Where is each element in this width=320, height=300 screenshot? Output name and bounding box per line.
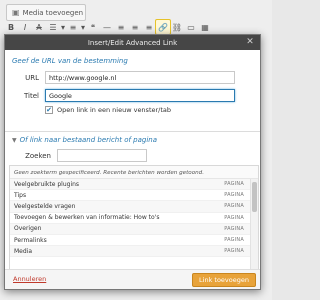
title-input-value: Google [49,91,72,100]
results-rows: Veelgebruikte plugins PAGINA Tips PAGINA… [10,179,258,258]
item-type: PAGINA [224,237,244,244]
unlink-icon[interactable]: ⛓ [170,20,184,34]
list-item[interactable]: Permalinks PAGINA [10,235,258,247]
add-media-label: Media toevoegen [22,8,84,17]
align-left-icon[interactable]: ≡ [114,20,128,34]
list-item[interactable]: Tips PAGINA [10,190,258,202]
url-label: URL [25,73,39,82]
triangle-down-icon: ▼ [12,136,17,144]
item-type: PAGINA [224,248,244,255]
search-label: Zoeken [25,151,51,160]
strikethrough-icon[interactable]: A [32,20,46,34]
section-divider [5,131,260,132]
search-section-heading: Of link naar bestaand bericht of pagina [19,136,158,144]
new-window-row: ✔ Open link in een nieuw venster/tab [45,106,171,114]
item-type: PAGINA [224,203,244,210]
list-item[interactable]: Overigen PAGINA [10,223,258,235]
align-right-icon[interactable]: ≡ [142,20,156,34]
blockquote-icon[interactable]: ❝ [86,20,100,34]
search-section-toggle[interactable]: ▼ Of link naar bestaand bericht of pagin… [12,136,157,144]
url-section-heading: Geef de URL van de bestemming [12,57,128,65]
add-link-label: Link toevoegen [199,276,249,284]
dialog-footer: Annuleren Link toevoegen [5,269,260,289]
link-icon[interactable]: 🔗 [155,19,171,35]
results-note: Geen zoekterm gespecificeerd. Recente be… [10,166,258,179]
list-item[interactable]: Veelgebruikte plugins PAGINA [10,179,258,191]
close-icon[interactable]: ✕ [244,36,256,48]
item-title: Overigen [14,225,42,233]
toolbar-toggle-icon[interactable]: ▦ [198,20,212,34]
align-center-icon[interactable]: ≡ [128,20,142,34]
list-item[interactable]: Toevoegen & bewerken van informatie: How… [10,213,258,224]
title-input[interactable]: Google [45,89,235,102]
bold-icon[interactable]: B [4,20,18,34]
url-row: URL http://www.google.nl [5,71,235,84]
new-window-label: Open link in een nieuw venster/tab [57,106,172,114]
url-input-value: http://www.google.nl [49,73,117,82]
media-icon: ▣ [12,8,20,17]
new-window-checkbox[interactable]: ✔ [45,106,53,114]
italic-icon[interactable]: I [18,20,32,34]
cancel-link[interactable]: Annuleren [13,275,46,283]
item-type: PAGINA [224,192,244,199]
advanced-link-dialog: Insert/Edit Advanced Link ✕ Geef de URL … [4,34,261,290]
search-input[interactable] [57,149,147,162]
item-title: Media [14,247,33,255]
item-type: PAGINA [224,225,244,232]
dialog-title: Insert/Edit Advanced Link [87,38,178,47]
item-type: PAGINA [224,214,244,221]
item-title: Veelgestelde vragen [14,202,76,210]
item-title: Tips [14,191,27,199]
numbered-list-icon[interactable]: ≡ [66,20,80,34]
title-row: Titel Google [5,89,235,102]
item-title: Permalinks [14,236,47,244]
title-label: Titel [23,91,39,100]
dialog-header: Insert/Edit Advanced Link ✕ [5,35,260,50]
add-link-button[interactable]: Link toevoegen [192,273,256,287]
horizontal-line-icon[interactable]: — [100,20,114,34]
bullet-list-icon[interactable]: ☰ [46,20,60,34]
url-input[interactable]: http://www.google.nl [45,71,235,84]
results-list: Geen zoekterm gespecificeerd. Recente be… [9,165,259,271]
search-row: Zoeken [5,149,147,162]
results-scrollbar[interactable] [250,179,258,270]
scrollbar-thumb[interactable] [252,182,257,212]
item-title: Toevoegen & bewerken van informatie: How… [14,214,160,222]
item-title: Veelgebruikte plugins [14,180,80,188]
list-item[interactable]: Veelgestelde vragen PAGINA [10,201,258,213]
add-media-button[interactable]: ▣ Media toevoegen [6,4,86,21]
list-item[interactable]: Media PAGINA [10,246,258,258]
read-more-icon[interactable]: ▭ [184,20,198,34]
item-type: PAGINA [224,181,244,188]
format-toolbar: B I A ☰ ▾ ≡ ▾ ❝ — ≡ ≡ ≡ 🔗 ⛓ ▭ ▦ [4,19,268,35]
